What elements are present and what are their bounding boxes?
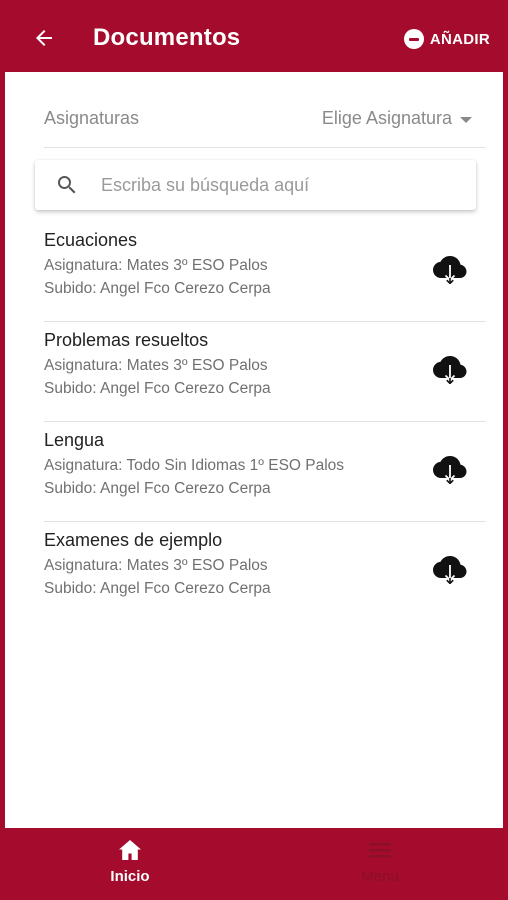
search-box [35, 160, 476, 210]
tab-inicio-label: Inicio [110, 868, 150, 885]
arrow-left-icon [36, 30, 52, 46]
subject-select[interactable]: Elige Asignatura [322, 108, 472, 129]
caret-down-icon [460, 116, 472, 123]
cloud-download-icon[interactable] [432, 352, 468, 384]
cloud-download-icon[interactable] [432, 452, 468, 484]
list-item[interactable]: Ecuaciones Asignatura: Mates 3º ESO Palo… [44, 222, 486, 322]
document-subject: Asignatura: Mates 3º ESO Palos [44, 257, 268, 274]
app-bar: Documentos AÑADIR [0, 0, 508, 72]
menu-icon [369, 843, 391, 858]
cloud-download-icon[interactable] [432, 252, 468, 284]
subject-filter-row: Asignaturas Elige Asignatura [44, 96, 486, 148]
subject-filter-label: Asignaturas [44, 108, 140, 128]
list-item[interactable]: Examenes de ejemplo Asignatura: Mates 3º… [44, 522, 486, 622]
list-item[interactable]: Problemas resueltos Asignatura: Mates 3º… [44, 322, 486, 422]
document-name: Ecuaciones [44, 230, 138, 250]
document-subject: Asignatura: Todo Sin Idiomas 1º ESO Palo… [44, 457, 345, 474]
search-icon [58, 176, 76, 194]
subject-select-value: Elige Asignatura [321, 108, 452, 128]
document-uploader: Subido: Angel Fco Cerezo Cerpa [44, 280, 271, 297]
back-button[interactable] [28, 22, 60, 54]
document-subject: Asignatura: Mates 3º ESO Palos [44, 557, 268, 574]
document-list: Ecuaciones Asignatura: Mates 3º ESO Palo… [44, 222, 486, 622]
tab-menu[interactable]: Menu [330, 838, 430, 894]
document-uploader: Subido: Angel Fco Cerezo Cerpa [44, 380, 271, 397]
search-input[interactable] [101, 168, 461, 202]
list-item[interactable]: Lengua Asignatura: Todo Sin Idiomas 1º E… [44, 422, 486, 522]
page-title: Documentos [93, 24, 241, 51]
tab-menu-label: Menu [361, 868, 399, 885]
add-button-label: AÑADIR [429, 30, 490, 48]
document-name: Examenes de ejemplo [44, 530, 223, 550]
add-button[interactable]: AÑADIR [403, 26, 490, 52]
document-name: Problemas resueltos [44, 330, 209, 350]
document-subject: Asignatura: Mates 3º ESO Palos [44, 357, 268, 374]
document-uploader: Subido: Angel Fco Cerezo Cerpa [44, 580, 271, 597]
bottom-navigation: Inicio Menu [0, 828, 508, 900]
home-icon [119, 840, 141, 860]
minus-circle-icon [403, 29, 424, 49]
document-name: Lengua [44, 430, 105, 450]
tab-inicio[interactable]: Inicio [80, 838, 180, 894]
document-uploader: Subido: Angel Fco Cerezo Cerpa [44, 480, 271, 497]
cloud-download-icon[interactable] [432, 552, 468, 584]
